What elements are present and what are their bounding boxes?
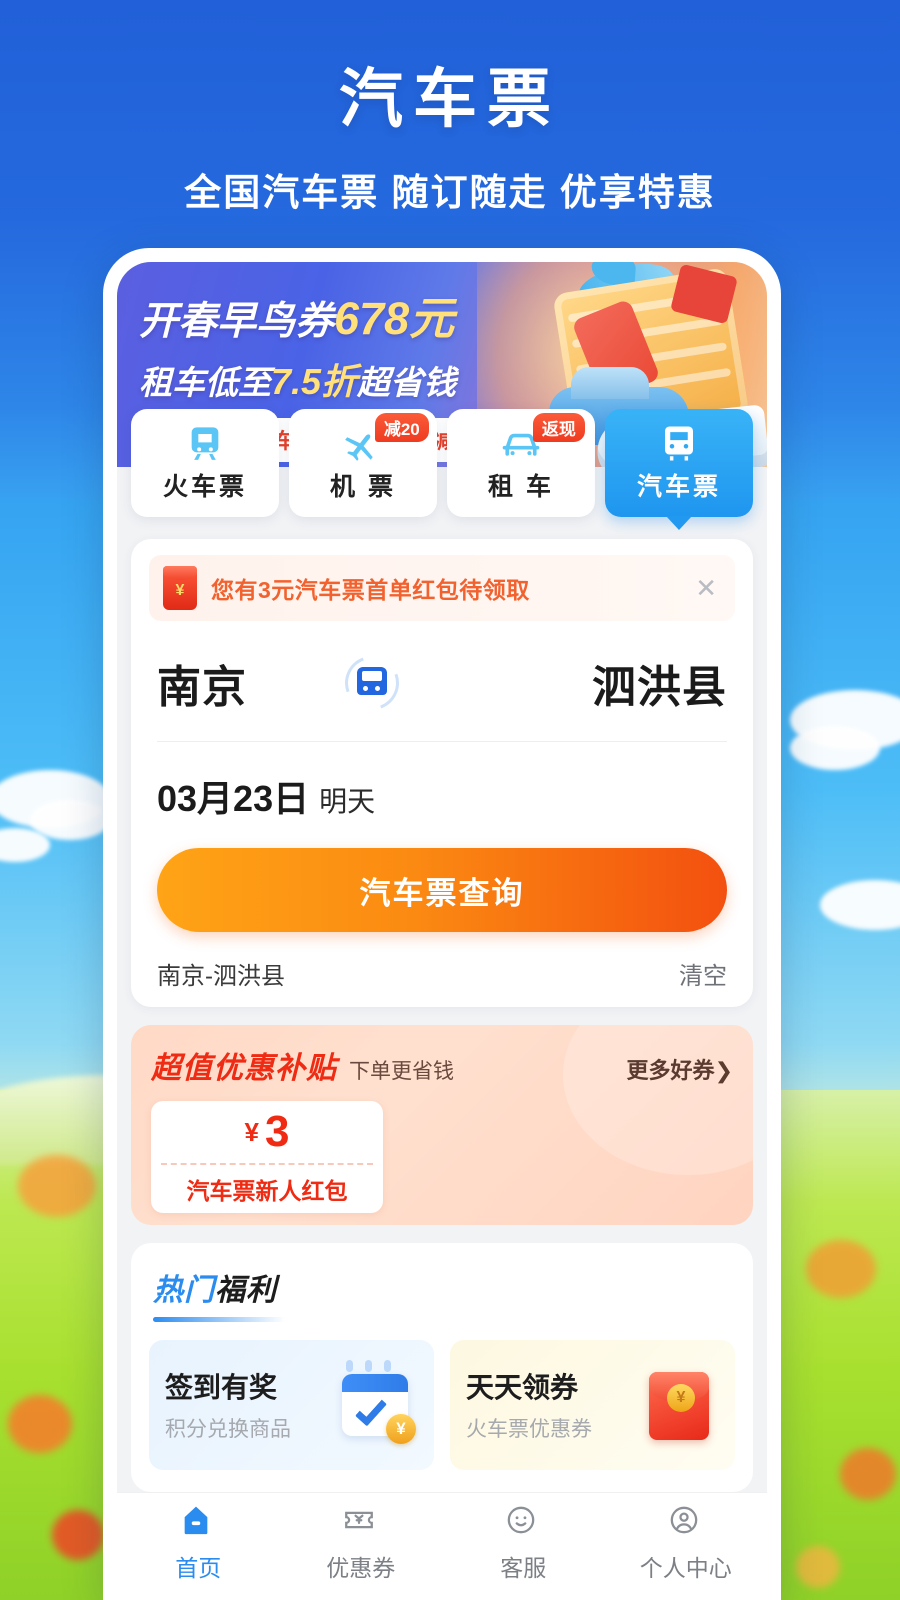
tab-label: 汽车票 <box>636 473 721 501</box>
search-button[interactable]: 汽车票查询 <box>157 848 727 932</box>
flower-icon <box>8 1395 72 1453</box>
red-envelope-icon <box>637 1364 719 1446</box>
coupon-title: 超值优惠补贴 <box>151 1052 337 1085</box>
flower-icon <box>806 1240 876 1298</box>
coupon-icon <box>342 1503 380 1541</box>
coupon-subtitle: 下单更省钱 <box>349 1060 454 1083</box>
promo-line2-text: 租车低至 <box>139 364 271 401</box>
coupon-amount-row: ¥ 3 <box>151 1101 383 1163</box>
hot-title-rest: 福利 <box>215 1273 277 1307</box>
hot-benefits-header: 热门福利 <box>153 1265 285 1322</box>
calendar-rings <box>346 1359 353 1372</box>
hot-benefits-cards: 签到有奖 积分兑换商品 天天领券 火车票优惠券 <box>149 1339 735 1470</box>
bus-swap-icon <box>357 667 388 695</box>
nav-label: 客服 <box>500 1555 547 1582</box>
flower-icon <box>840 1448 896 1500</box>
to-city-field[interactable]: 泗洪县 <box>592 651 727 715</box>
tab-label: 租 车 <box>488 473 554 501</box>
currency-symbol: ¥ <box>244 1116 259 1147</box>
nav-item-profile[interactable]: 个人中心 <box>605 1503 768 1583</box>
red-packet-notice[interactable]: 您有3元汽车票首单红包待领取 ✕ <box>149 555 735 621</box>
tab-train-ticket[interactable]: 火车票 <box>131 409 279 517</box>
history-route[interactable]: 南京-泗洪县 <box>157 956 285 991</box>
coin-icon <box>386 1413 416 1444</box>
tab-label: 机 票 <box>330 473 396 501</box>
promo-line1-amount: 678元 <box>334 293 455 344</box>
hot-benefits-title: 热门福利 <box>153 1265 285 1309</box>
benefit-text: 天天领券 火车票优惠券 <box>466 1366 592 1443</box>
coupon-amount: 3 <box>264 1107 290 1156</box>
nav-label: 个人中心 <box>639 1555 732 1582</box>
page-header: 汽车票 全国汽车票 随订随走 优享特惠 <box>0 0 900 216</box>
date-selector[interactable]: 03月23日 明天 <box>131 742 753 844</box>
coupon-subsidy-section: 超值优惠补贴 下单更省钱 更多好券❯ ¥ 3 汽车票新人红包 <box>131 1025 753 1225</box>
from-city-field[interactable]: 南京 <box>157 651 247 715</box>
home-icon <box>179 1503 217 1541</box>
city-selector-row: 南京 泗洪县 <box>131 621 753 741</box>
chevron-right-icon: ❯ <box>714 1058 733 1083</box>
nav-item-home[interactable]: 首页 <box>117 1503 280 1583</box>
tab-flight-ticket[interactable]: 减20 机 票 <box>289 409 437 517</box>
clear-history-button[interactable]: 清空 <box>679 956 727 991</box>
train-icon <box>185 423 225 465</box>
promo-line-1: 开春早鸟券678元 <box>139 282 767 347</box>
nav-label: 优惠券 <box>326 1555 396 1582</box>
flower-icon <box>52 1510 104 1560</box>
coupon-card[interactable]: ¥ 3 汽车票新人红包 <box>151 1101 383 1213</box>
benefit-card-daily-coupon[interactable]: 天天领券 火车票优惠券 <box>450 1339 735 1470</box>
hot-title-accent: 热门 <box>153 1273 215 1307</box>
envelope-coin-icon <box>667 1383 695 1412</box>
promo-line1-text: 开春早鸟券 <box>139 300 335 343</box>
tab-badge-car: 返现 <box>532 413 585 442</box>
cloud-icon <box>790 726 880 770</box>
nav-item-coupons[interactable]: 优惠券 <box>280 1503 443 1583</box>
close-icon[interactable]: ✕ <box>691 573 721 604</box>
red-packet-icon <box>163 566 197 610</box>
nav-label: 首页 <box>175 1555 222 1582</box>
flower-icon <box>18 1155 96 1217</box>
service-tab-bar: 火车票 减20 机 票 返现 租 车 汽车票 <box>131 409 753 517</box>
search-history-row: 南京-泗洪县 清空 <box>131 932 753 991</box>
check-mark-icon <box>355 1393 387 1427</box>
date-note: 明天 <box>319 786 376 817</box>
benefit-title: 天天领券 <box>466 1372 579 1404</box>
support-smiley-icon <box>504 1503 542 1541</box>
promo-line2-amount: 7.5折 <box>271 361 358 402</box>
more-coupons-link[interactable]: 更多好券❯ <box>627 1053 733 1085</box>
date-value: 03月23日 <box>157 778 310 819</box>
benefit-title: 签到有奖 <box>165 1372 278 1404</box>
hot-benefits-section: 热门福利 签到有奖 积分兑换商品 天天领券 <box>131 1242 753 1492</box>
tab-badge-flight: 减20 <box>374 413 429 442</box>
calendar-check-icon <box>336 1359 418 1446</box>
user-profile-icon <box>667 1503 705 1541</box>
app-screen: 开春早鸟券678元 租车低至7.5折超省钱 机票·租车·火车票·汽车票 都可减 … <box>117 262 767 1600</box>
more-coupons-label: 更多好券 <box>626 1058 715 1083</box>
bottom-navigation: 首页 优惠券 客服 个人中心 <box>117 1491 768 1600</box>
flower-icon <box>796 1546 840 1588</box>
tab-car-rental[interactable]: 返现 租 车 <box>447 409 595 517</box>
title-underline <box>153 1316 285 1322</box>
coupon-name: 汽车票新人红包 <box>186 1178 348 1204</box>
page-subtitle: 全国汽车票 随订随走 优享特惠 <box>184 172 716 213</box>
phone-frame: 开春早鸟券678元 租车低至7.5折超省钱 机票·租车·火车票·汽车票 都可减 … <box>103 248 781 1600</box>
notice-text: 您有3元汽车票首单红包待领取 <box>211 577 530 603</box>
promo-line2-tail: 超省钱 <box>357 364 457 401</box>
benefit-text: 签到有奖 积分兑换商品 <box>165 1366 291 1443</box>
benefit-subtitle: 火车票优惠券 <box>466 1418 592 1442</box>
tab-label: 火车票 <box>162 473 247 501</box>
tab-bus-ticket[interactable]: 汽车票 <box>605 409 753 517</box>
nav-item-support[interactable]: 客服 <box>442 1503 605 1583</box>
search-card: 您有3元汽车票首单红包待领取 ✕ 南京 泗洪县 03月23日 明天 汽车票查询 … <box>131 539 753 1007</box>
coupon-header: 超值优惠补贴 下单更省钱 更多好券❯ <box>151 1043 733 1087</box>
benefit-subtitle: 积分兑换商品 <box>165 1418 291 1442</box>
page-title: 汽车票 <box>339 63 561 135</box>
benefit-card-checkin[interactable]: 签到有奖 积分兑换商品 <box>149 1339 434 1470</box>
promo-line-2: 租车低至7.5折超省钱 <box>139 353 767 405</box>
swap-cities-button[interactable] <box>336 647 409 719</box>
bus-icon <box>658 423 700 465</box>
